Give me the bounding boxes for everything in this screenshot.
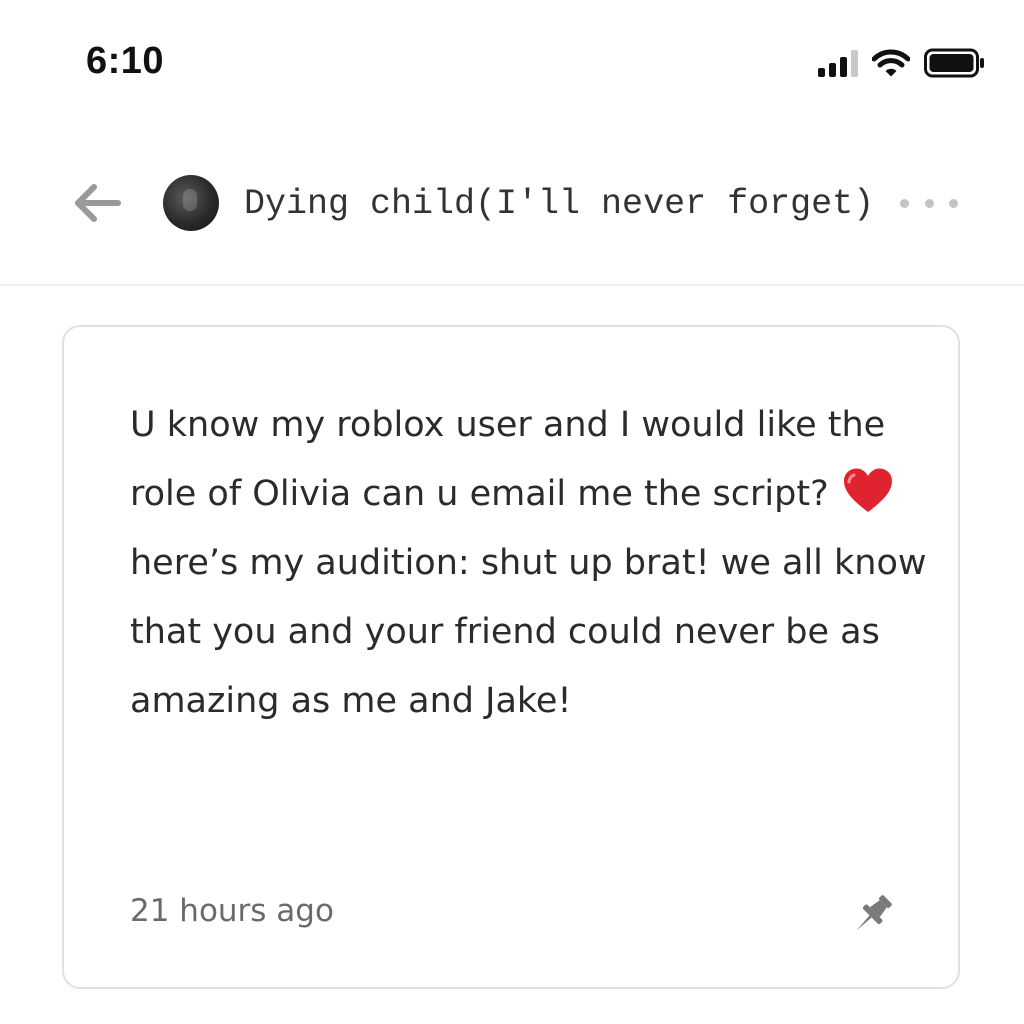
battery-icon [924,48,986,78]
more-options-button[interactable] [900,186,958,220]
cellular-signal-icon [818,49,858,77]
arrow-left-icon [75,184,121,222]
pin-button[interactable] [846,889,898,941]
wifi-icon [872,48,910,78]
pin-icon [856,895,892,931]
message-card: U know my roblox user and I would like t… [62,325,960,989]
message-text-part-1: U know my roblox user and I would like t… [130,405,886,514]
back-button[interactable] [66,178,126,228]
red-heart-icon [843,468,892,512]
status-bar: 6:10 [0,0,1024,120]
message-text-part-2: here’s my audition: shut up brat! we all… [130,543,927,721]
screen: 6:10 Dying child(I'll never forget) U kn… [0,0,1024,1024]
status-icons [818,46,986,80]
avatar[interactable] [163,175,219,231]
conversation-header: Dying child(I'll never forget) [0,150,1024,260]
message-timestamp: 21 hours ago [130,893,334,929]
header-divider [0,284,1024,286]
status-time: 6:10 [86,40,165,82]
message-text: U know my roblox user and I would like t… [130,391,930,736]
conversation-title: Dying child(I'll never forget) [244,184,875,224]
more-horizontal-icon [900,198,909,208]
